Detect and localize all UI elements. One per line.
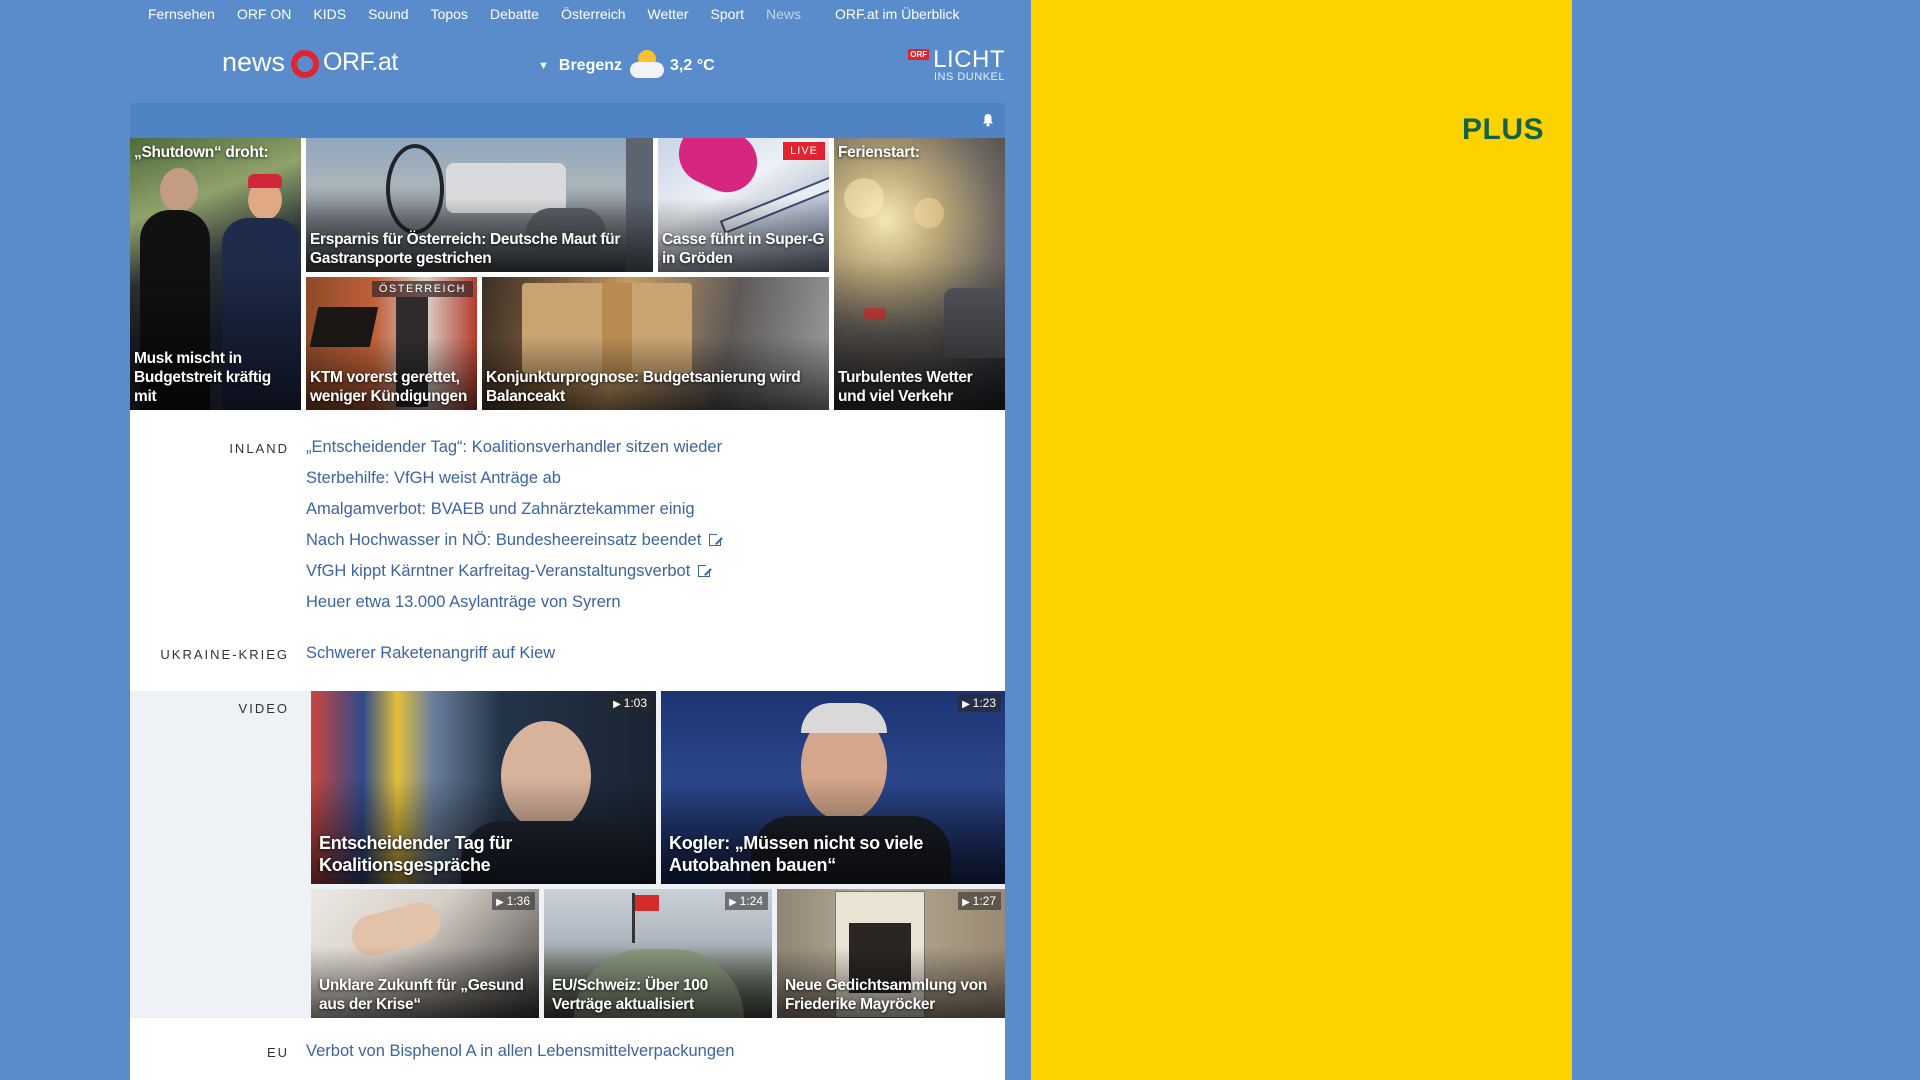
video-tile-4[interactable]: 1:24 EU/Schweiz: Über 100 Verträge aktua… xyxy=(544,889,772,1018)
story-headline: Ersparnis für Österreich: Deutsche Maut … xyxy=(310,231,621,267)
licht-text: LICHT xyxy=(933,46,1005,73)
story-tile-maut[interactable]: Ersparnis für Österreich: Deutsche Maut … xyxy=(306,138,653,272)
licht-ins-dunkel-logo[interactable]: ORF LICHT INS DUNKEL xyxy=(908,46,1005,83)
news-orf-logo[interactable]: news ORF.at xyxy=(222,47,398,78)
ukraine-link-1[interactable]: Schwerer Raketenangriff auf Kiew xyxy=(306,644,555,663)
story-tile-ktm[interactable]: ÖSTERREICH KTM vorerst gerettet, weniger… xyxy=(306,277,477,410)
inland-link-6[interactable]: Heuer etwa 13.000 Asylanträge von Syrern xyxy=(306,593,621,612)
nav-debatte[interactable]: Debatte xyxy=(490,6,539,22)
video-tile-1[interactable]: 1:03 Entscheidender Tag für Koalitionsge… xyxy=(311,691,656,884)
nav-oesterreich[interactable]: Österreich xyxy=(561,6,626,22)
video-duration: 1:03 xyxy=(609,694,652,712)
ad-plus-text: PLUS xyxy=(1461,113,1544,146)
inland-link-5[interactable]: VfGH kippt Kärntner Karfreitag-Veranstal… xyxy=(306,562,713,581)
nav-orf-on[interactable]: ORF ON xyxy=(237,6,291,22)
eu-link-1[interactable]: Verbot von Bisphenol A in allen Lebensmi… xyxy=(306,1042,734,1061)
orf-ring-icon xyxy=(291,49,320,78)
video-title: Entscheidender Tag für Koalitionsgespräc… xyxy=(319,833,513,875)
weather-temperature: 3,2 °C xyxy=(670,57,715,74)
story-headline: KTM vorerst gerettet, weniger Kündigunge… xyxy=(310,369,468,405)
inland-link-2[interactable]: Sterbehilfe: VfGH weist Anträge ab xyxy=(306,469,561,488)
nav-overview[interactable]: ORF.at im Überblick xyxy=(835,6,959,22)
nav-sound[interactable]: Sound xyxy=(368,6,408,22)
main-column: Fernsehen ORF ON KIDS Sound Topos Debatt… xyxy=(130,0,1005,1080)
story-headline: Musk mischt in Budgetstreit kräftig mit xyxy=(134,350,271,405)
video-title: EU/Schweiz: Über 100 Verträge aktualisie… xyxy=(552,977,708,1013)
story-headline: Turbulentes Wetter und viel Verkehr xyxy=(838,369,973,405)
story-headline: Konjunkturprognose: Budgetsanierung wird… xyxy=(486,369,801,405)
inland-link-1[interactable]: „Entscheidender Tag“: Koalitionsverhandl… xyxy=(306,438,722,457)
logo-news-text: news xyxy=(222,47,286,77)
inland-link-4[interactable]: Nach Hochwasser in NÖ: Bundesheereinsatz… xyxy=(306,531,724,550)
orf-badge: ORF xyxy=(908,48,930,60)
live-badge: LIVE xyxy=(783,142,825,160)
site-header: news ORF.at ▼ Bregenz 3,2 °C ORF LICHT I… xyxy=(130,27,1005,103)
header-strip xyxy=(130,103,1005,138)
inland-link-3[interactable]: Amalgamverbot: BVAEB und Zahnärztekammer… xyxy=(306,500,695,519)
logo-orf-text: ORF.at xyxy=(323,48,398,76)
video-tile-3[interactable]: 1:36 Unklare Zukunft für „Gesund aus der… xyxy=(311,889,539,1018)
section-label-eu: EU xyxy=(266,1045,289,1060)
weather-widget[interactable]: ▼ Bregenz 3,2 °C xyxy=(538,50,715,78)
video-tile-5[interactable]: 1:27 Neue Gedichtsammlung von Friederike… xyxy=(777,889,1005,1018)
nav-news[interactable]: News xyxy=(766,6,801,22)
nav-wetter[interactable]: Wetter xyxy=(648,6,689,22)
inland-link-5-text: VfGH kippt Kärntner Karfreitag-Veranstal… xyxy=(306,562,691,580)
video-duration: 1:24 xyxy=(725,892,768,910)
category-badge: ÖSTERREICH xyxy=(371,281,473,297)
video-tile-2[interactable]: 1:23 Kogler: „Müssen nicht so viele Auto… xyxy=(661,691,1005,884)
external-link-icon xyxy=(698,563,713,577)
story-tile-ferien[interactable]: Ferienstart: Turbulentes Wetter und viel… xyxy=(834,138,1005,410)
video-duration: 1:27 xyxy=(958,892,1001,910)
story-headline: Casse führt in Super-G in Gröden xyxy=(662,231,825,267)
story-kicker: „Shutdown“ droht: xyxy=(134,144,269,161)
video-duration: 1:36 xyxy=(492,892,535,910)
nav-fernsehen[interactable]: Fernsehen xyxy=(148,6,215,22)
content-area: „Shutdown“ droht: Musk mischt in Budgets… xyxy=(130,138,1005,1080)
video-title: Kogler: „Müssen nicht so viele Autobahne… xyxy=(669,833,924,875)
top-navigation: Fernsehen ORF ON KIDS Sound Topos Debatt… xyxy=(130,0,1005,27)
inland-link-4-text: Nach Hochwasser in NÖ: Bundesheereinsatz… xyxy=(306,531,702,549)
section-label-video: VIDEO xyxy=(238,701,289,716)
nav-topos[interactable]: Topos xyxy=(431,6,468,22)
story-tile-konjunktur[interactable]: Konjunkturprognose: Budgetsanierung wird… xyxy=(482,277,829,410)
video-title: Neue Gedichtsammlung von Friederike Mayr… xyxy=(785,977,988,1013)
weather-city: Bregenz xyxy=(558,57,623,74)
nav-kids[interactable]: KIDS xyxy=(313,6,346,22)
ins-dunkel-text: INS DUNKEL xyxy=(933,71,1005,83)
nav-sport[interactable]: Sport xyxy=(711,6,744,22)
partly-cloudy-icon xyxy=(630,50,665,78)
story-tile-casse[interactable]: LIVE Casse führt in Super-G in Gröden xyxy=(658,138,829,272)
bell-icon[interactable] xyxy=(981,113,995,127)
video-duration: 1:23 xyxy=(958,694,1001,712)
story-tile-musk[interactable]: „Shutdown“ droht: Musk mischt in Budgets… xyxy=(130,138,301,410)
external-link-icon xyxy=(709,532,724,546)
story-kicker: Ferienstart: xyxy=(838,144,920,161)
advertisement-banner[interactable]: PLUS xyxy=(1031,0,1572,1080)
section-label-ukraine: UKRAINE-KRIEG xyxy=(160,647,289,662)
dropdown-triangle-icon: ▼ xyxy=(538,60,549,72)
section-label-inland: INLAND xyxy=(229,441,289,456)
video-title: Unklare Zukunft für „Gesund aus der Kris… xyxy=(319,977,524,1013)
